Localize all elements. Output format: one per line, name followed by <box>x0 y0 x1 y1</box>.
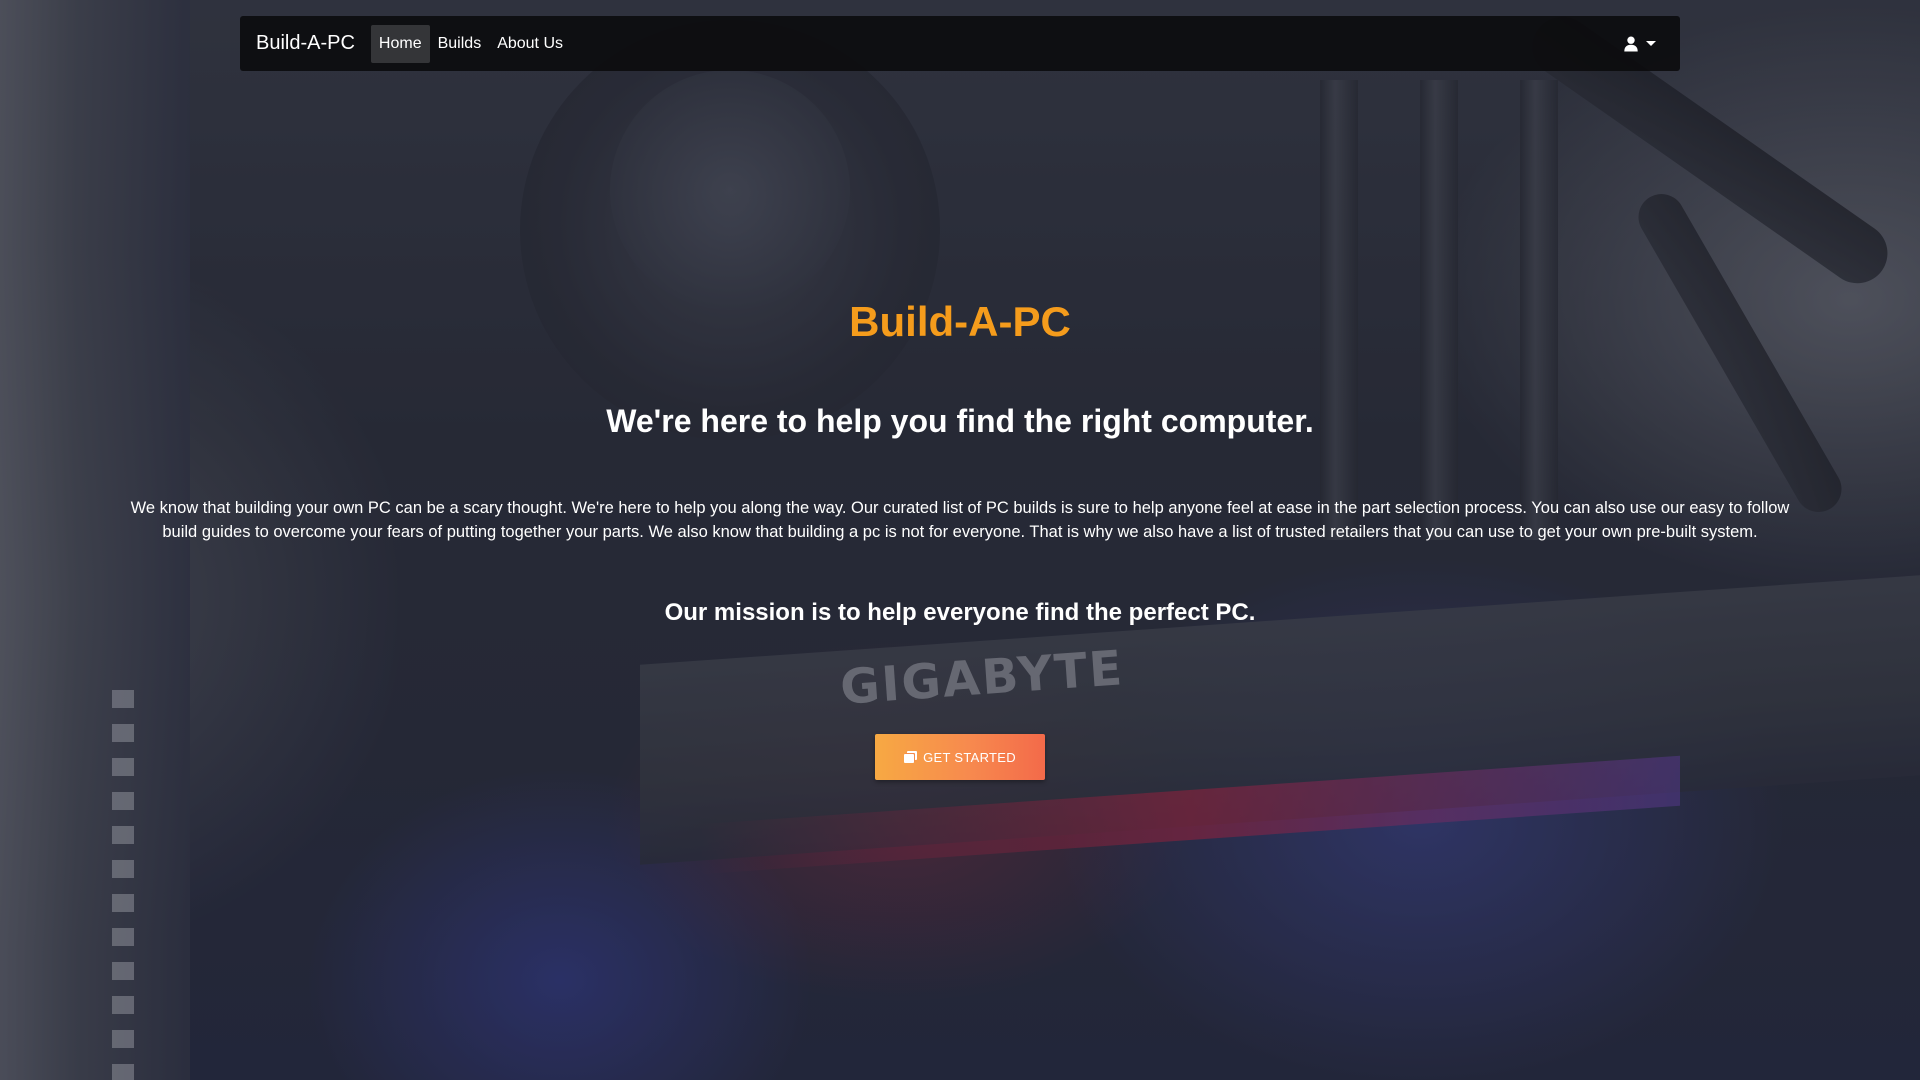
hero-subtitle: We're here to help you find the right co… <box>606 403 1314 439</box>
navbar-brand[interactable]: Build-A-PC <box>256 32 355 55</box>
caret-down-icon <box>1646 41 1656 46</box>
get-started-button[interactable]: GET STARTED <box>875 734 1045 780</box>
nav-link-builds[interactable]: Builds <box>430 25 490 63</box>
mission-statement: Our mission is to help everyone find the… <box>664 599 1256 626</box>
page: GIGABYTE Build-A-PC Home Builds About Us… <box>0 0 1920 1080</box>
nav-link-home[interactable]: Home <box>370 24 430 63</box>
navbar: Build-A-PC Home Builds About Us <box>240 16 1680 71</box>
hero-title: Build-A-PC <box>849 298 1071 345</box>
user-menu-dropdown[interactable] <box>1624 36 1664 52</box>
clone-icon <box>904 751 918 763</box>
user-icon <box>1624 36 1638 51</box>
hero-description: We know that building your own PC can be… <box>130 499 1790 541</box>
get-started-label: GET STARTED <box>923 749 1016 765</box>
nav-link-about-us[interactable]: About Us <box>489 25 571 63</box>
nav-links: Home Builds About Us <box>370 24 571 63</box>
